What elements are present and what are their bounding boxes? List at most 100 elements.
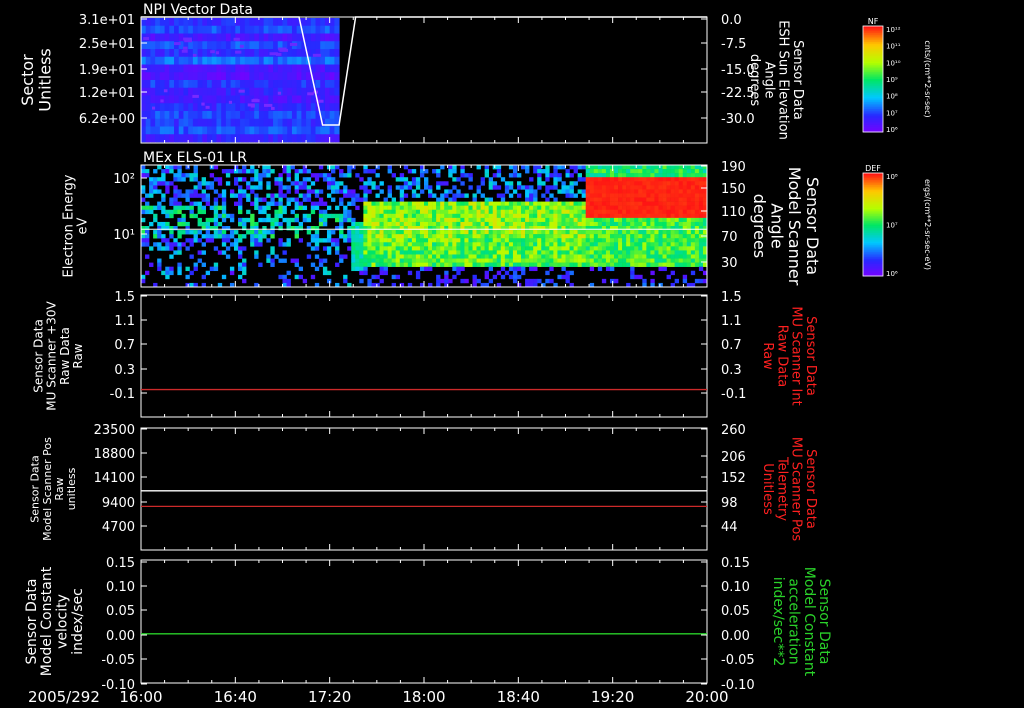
npi-speckle xyxy=(228,100,233,104)
els-cell xyxy=(480,254,485,259)
npi-cell xyxy=(320,18,326,27)
npi-cell xyxy=(235,134,241,143)
els-cell xyxy=(213,262,219,267)
npi-cell xyxy=(244,72,250,81)
npi-cell xyxy=(263,111,269,120)
els-cell xyxy=(436,242,441,247)
els-cell xyxy=(355,226,360,231)
npi-cell xyxy=(164,72,170,81)
els-cell xyxy=(662,177,667,182)
els-cell xyxy=(642,246,647,251)
els-cell xyxy=(290,217,295,223)
els-cell xyxy=(508,205,514,211)
els-cell xyxy=(440,221,445,227)
els-cell xyxy=(593,262,599,267)
els-cell xyxy=(403,217,409,223)
npi-cell xyxy=(315,25,321,34)
els-cell xyxy=(229,266,235,272)
els-cell xyxy=(614,221,619,227)
els-cell xyxy=(238,250,243,255)
els-cell xyxy=(379,226,384,231)
els-cell xyxy=(638,205,643,211)
els-cell xyxy=(541,181,546,186)
npi-cell xyxy=(263,126,269,135)
npi-cell xyxy=(301,72,307,81)
y-tick-label-left: 0.3 xyxy=(114,363,135,378)
els-cell xyxy=(638,230,643,235)
els-cell xyxy=(428,230,433,235)
els-cell xyxy=(630,177,635,182)
els-cell xyxy=(549,250,554,255)
els-cell xyxy=(391,258,396,263)
x-tick-label: 18:00 xyxy=(402,688,445,706)
npi-cell xyxy=(169,103,175,112)
els-cell xyxy=(177,177,182,182)
els-cell xyxy=(399,221,405,227)
els-cell xyxy=(686,230,692,235)
npi-cell xyxy=(273,111,279,120)
els-cell xyxy=(537,209,542,215)
els-cell xyxy=(367,189,372,194)
els-cell xyxy=(403,205,409,211)
npi-cell xyxy=(315,41,321,50)
els-cell xyxy=(201,177,206,182)
els-cell xyxy=(533,226,538,231)
els-cell xyxy=(496,213,502,219)
els-cell xyxy=(258,238,263,243)
els-cell xyxy=(310,246,316,251)
els-cell xyxy=(521,230,526,235)
els-cell xyxy=(363,205,368,211)
els-cell xyxy=(642,250,647,255)
els-cell xyxy=(622,209,627,215)
y-tick-label-right: 0.15 xyxy=(721,556,750,571)
npi-cell xyxy=(230,118,236,127)
els-cell xyxy=(310,181,316,186)
els-cell xyxy=(626,230,631,235)
els-cell xyxy=(601,193,607,198)
els-cell xyxy=(229,230,235,235)
npi-cell xyxy=(188,80,194,89)
els-cell xyxy=(250,169,255,174)
els-cell xyxy=(298,226,304,231)
els-cell xyxy=(205,217,211,223)
npi-cell xyxy=(178,18,184,27)
els-cell xyxy=(488,221,494,227)
els-cell xyxy=(609,221,615,227)
npi-cell xyxy=(263,118,269,127)
npi-cell xyxy=(150,95,156,104)
els-cell xyxy=(525,205,530,211)
els-cell xyxy=(646,242,651,247)
els-cell xyxy=(141,217,146,223)
els-cell xyxy=(173,189,178,194)
npi-cell xyxy=(235,72,241,81)
els-cell xyxy=(468,209,473,215)
npi-cell xyxy=(207,33,213,42)
npi-cell xyxy=(324,56,331,65)
els-cell xyxy=(298,201,304,206)
els-cell xyxy=(690,262,696,267)
els-cell xyxy=(593,230,599,235)
els-cell xyxy=(415,226,421,231)
els-cell xyxy=(359,270,364,276)
els-cell xyxy=(177,234,182,239)
els-cell xyxy=(581,242,587,247)
els-cell xyxy=(618,193,623,198)
els-cell xyxy=(533,193,538,198)
npi-cell xyxy=(192,72,199,81)
els-cell xyxy=(533,262,538,267)
els-cell xyxy=(399,205,405,211)
els-cell xyxy=(512,238,518,243)
els-cell xyxy=(379,234,384,239)
els-cell xyxy=(662,201,667,206)
els-cell xyxy=(424,250,429,255)
els-cell xyxy=(496,242,502,247)
els-cell xyxy=(173,238,178,243)
els-cell xyxy=(375,185,380,190)
els-cell xyxy=(622,221,627,227)
els-cell xyxy=(662,185,667,190)
els-cell xyxy=(424,181,429,186)
els-cell xyxy=(355,262,360,267)
els-cell xyxy=(331,177,336,182)
els-cell xyxy=(601,254,607,259)
npi-cell xyxy=(221,118,227,127)
